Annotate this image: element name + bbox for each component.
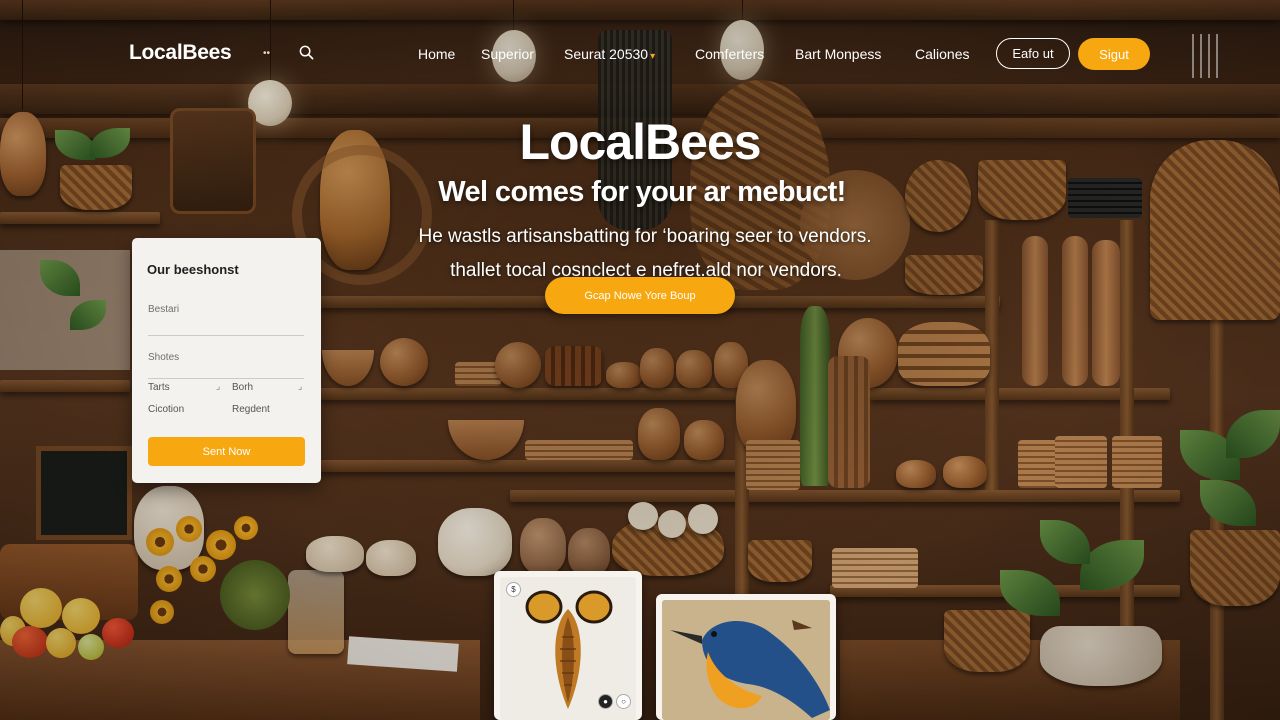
view-icon[interactable]: ● xyxy=(598,694,613,709)
product-card[interactable]: $ ● ○ xyxy=(494,571,642,720)
chevron-down-icon: ▾ xyxy=(650,51,656,62)
product-image xyxy=(662,600,830,720)
search-submit-button[interactable]: Sent Now xyxy=(148,437,305,466)
search-card-title: Our beeshonst xyxy=(147,262,239,277)
hero-cta-button[interactable]: Gcap Nowe Yore Boup xyxy=(545,277,735,314)
search-field-2[interactable]: Shotes xyxy=(148,352,179,363)
search-field-1[interactable]: Bestari xyxy=(148,304,179,315)
bird-illustration xyxy=(662,600,830,720)
login-button[interactable]: Eafo ut xyxy=(996,38,1070,69)
nav-link-superior[interactable]: Superior xyxy=(481,46,534,62)
search-icon[interactable] xyxy=(299,45,314,60)
select-right-label[interactable]: Borh xyxy=(232,382,253,393)
logo-dots: •• xyxy=(263,48,271,59)
chevron-down-icon[interactable]: ⌟ xyxy=(216,381,220,392)
nav-link-dropdown[interactable]: Seurat 20530 ▾ xyxy=(564,46,655,62)
nav-link-bart-monpess[interactable]: Bart Monpess xyxy=(795,46,881,62)
nav-link-home[interactable]: Home xyxy=(418,46,455,62)
price-badge-icon: $ xyxy=(506,582,521,597)
signup-button[interactable]: Sigut xyxy=(1078,38,1150,70)
hero-title: LocalBees xyxy=(519,114,761,170)
hero-subtitle: Wel comes for your ar mebuct! xyxy=(438,176,846,208)
top-nav: LocalBees •• Home Superior Seurat 20530 ▾… xyxy=(0,0,1280,108)
favorite-icon[interactable]: ○ xyxy=(616,694,631,709)
nav-link-caliones[interactable]: Caliones xyxy=(915,46,969,62)
select-left-label[interactable]: Tarts xyxy=(148,382,170,393)
select-right-value[interactable]: Regdent xyxy=(232,404,270,415)
chevron-down-icon[interactable]: ⌟ xyxy=(298,381,302,392)
search-card: Our beeshonst Bestari Shotes Tarts ⌟ Bor… xyxy=(132,238,321,483)
nav-link-comferters[interactable]: Comferters xyxy=(695,46,764,62)
product-card[interactable] xyxy=(656,594,836,720)
select-left-value[interactable]: Cicotion xyxy=(148,404,184,415)
logo[interactable]: LocalBees xyxy=(129,41,232,65)
nav-link-dropdown-label: Seurat 20530 xyxy=(564,46,649,62)
decor-grill xyxy=(1192,34,1224,78)
field-underline xyxy=(148,378,304,379)
field-underline xyxy=(148,335,304,336)
